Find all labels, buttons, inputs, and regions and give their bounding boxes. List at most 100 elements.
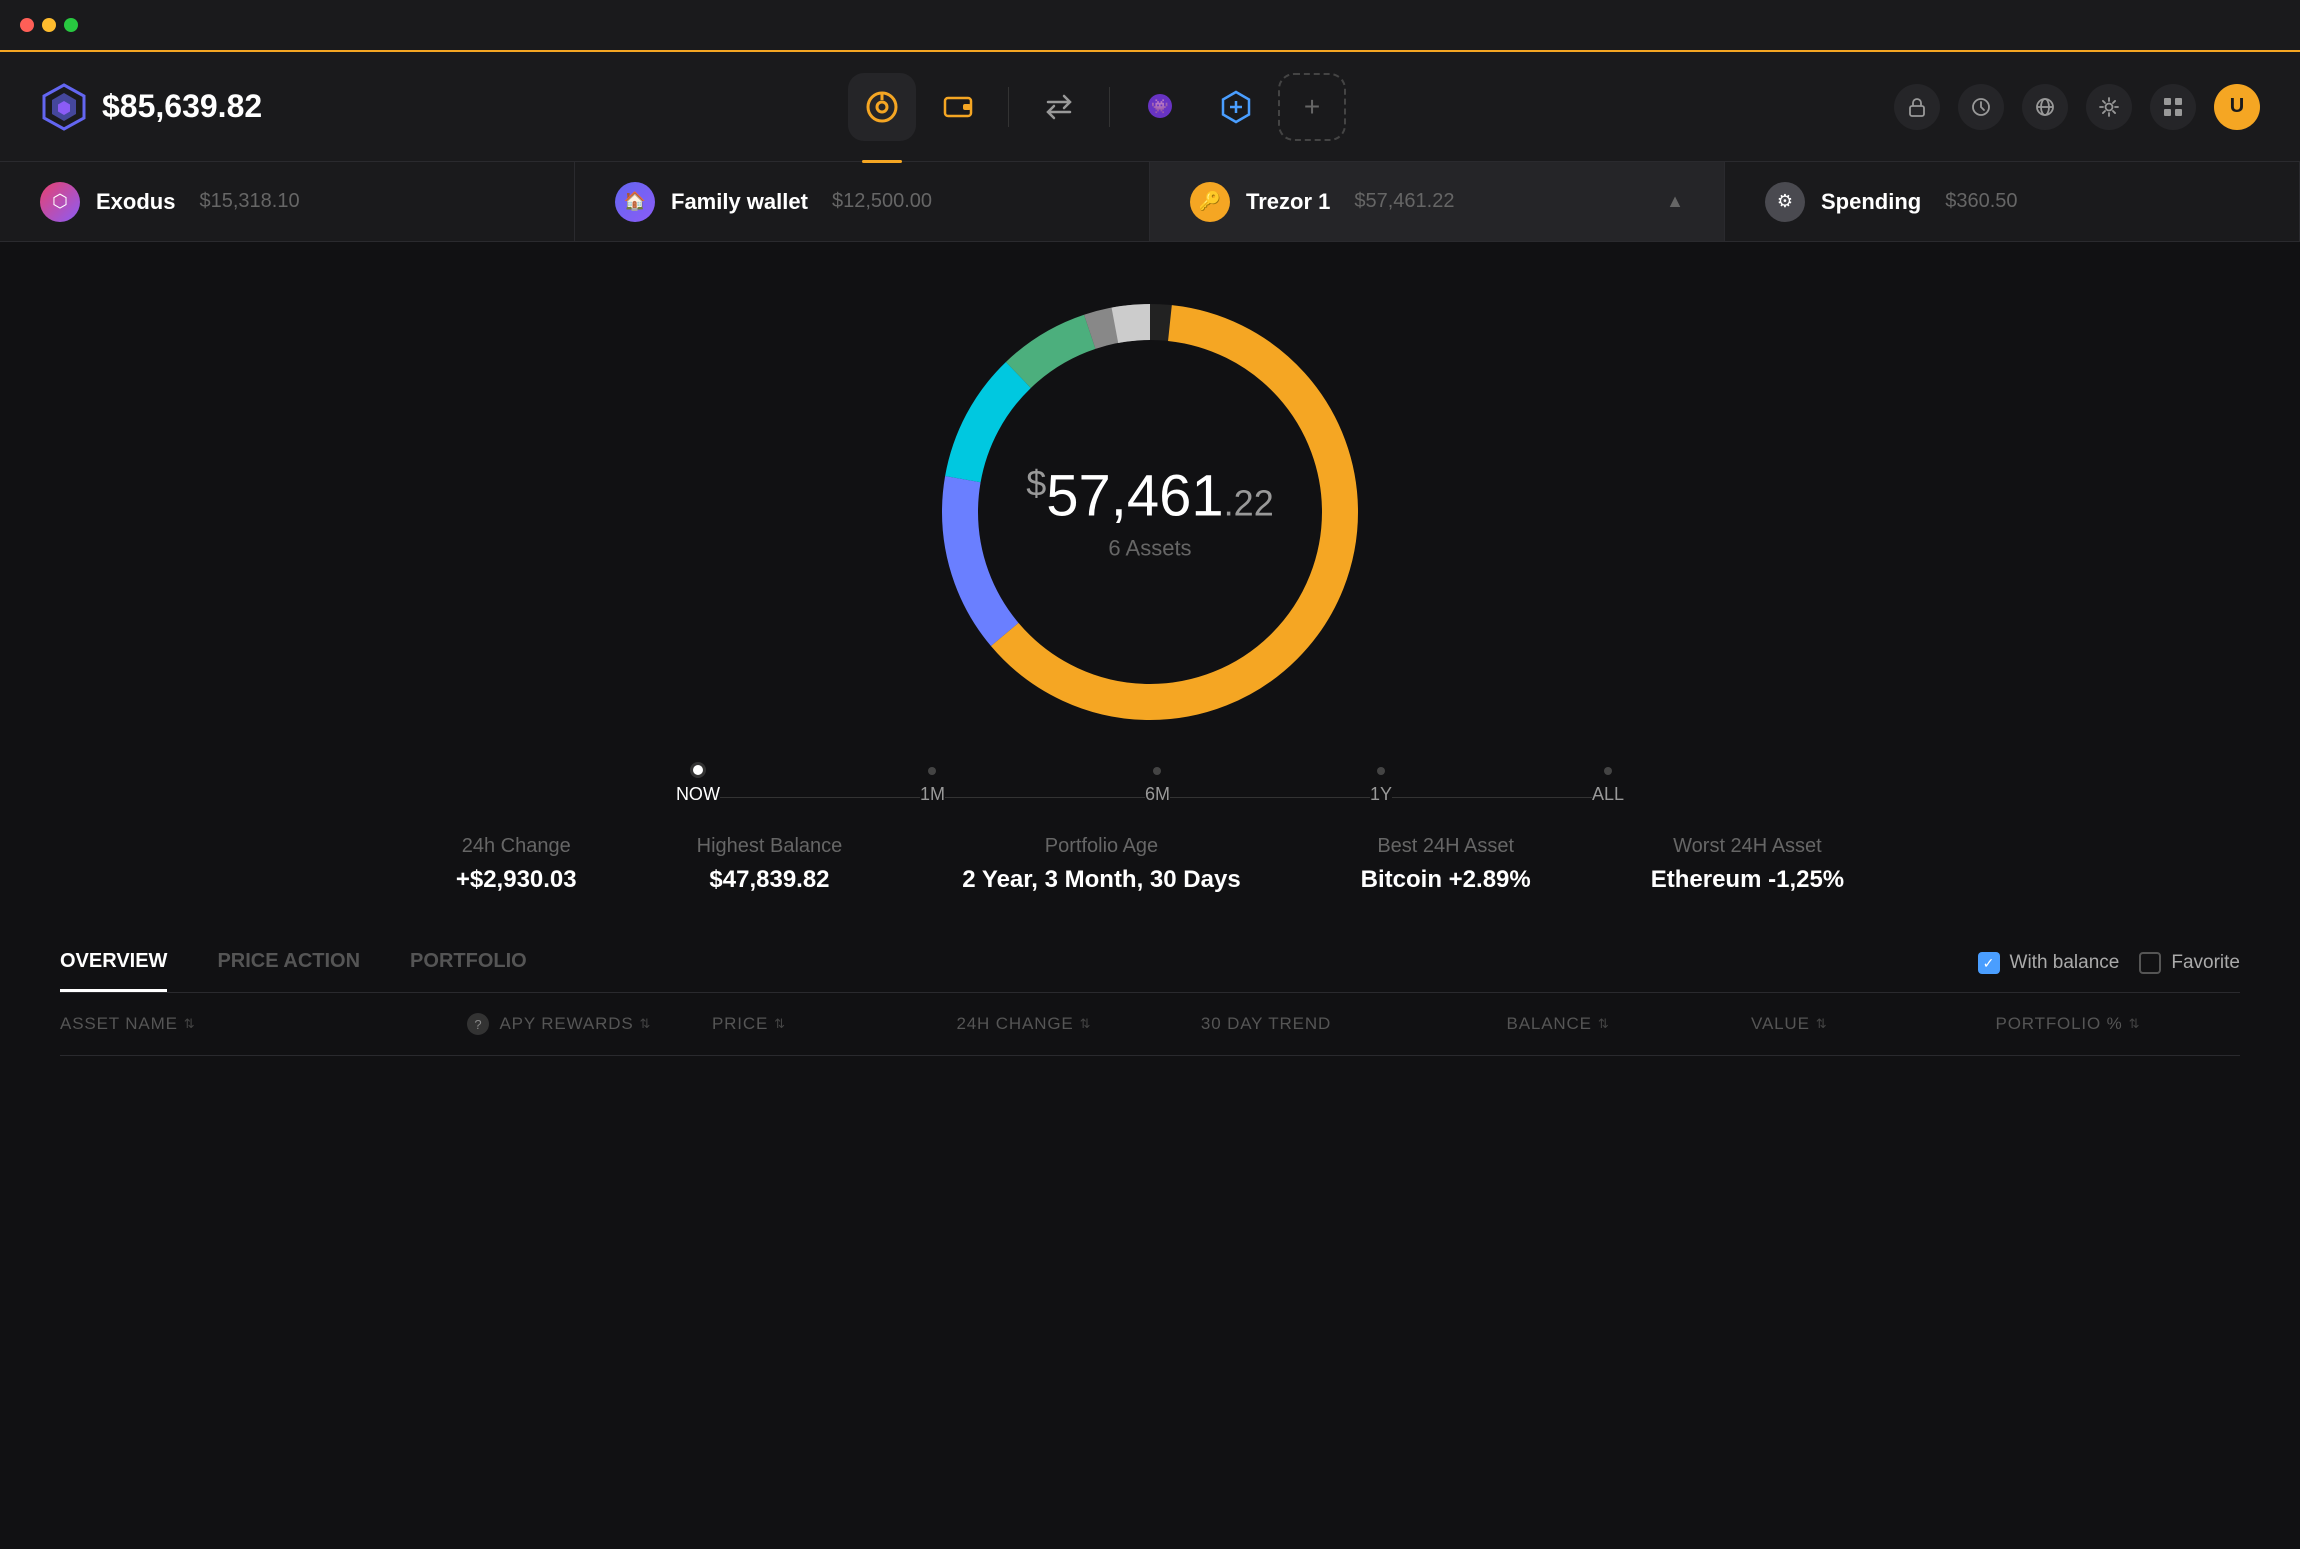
th-apy-rewards[interactable]: ? APY REWARDS ⇅ — [467, 1013, 711, 1035]
favorite-checkbox[interactable] — [2139, 952, 2161, 974]
filter-with-balance[interactable]: ✓ With balance — [1978, 952, 2120, 974]
app-logo — [40, 83, 88, 131]
network-icon — [2034, 96, 2056, 118]
total-balance: $85,639.82 — [102, 88, 262, 125]
table-section: OVERVIEW PRICE ACTION PORTFOLIO ✓ With b… — [0, 934, 2300, 1056]
logo-area: $85,639.82 — [40, 83, 300, 131]
lock-icon — [1906, 96, 1928, 118]
timeline-dot-1m — [928, 767, 936, 775]
exodus-balance: $15,318.10 — [199, 190, 299, 213]
maximize-button[interactable] — [64, 18, 78, 32]
settings-icon — [2098, 96, 2120, 118]
header: $85,639.82 — [0, 52, 2300, 162]
sort-balance-icon: ⇅ — [1598, 1016, 1610, 1032]
wallet-item-family[interactable]: 🏠 Family wallet $12,500.00 — [575, 162, 1150, 241]
nav-chat[interactable]: 👾 — [1126, 73, 1194, 141]
timeline-dot-now — [690, 762, 706, 778]
timeline-label-all: ALL — [1592, 784, 1624, 805]
lock-button[interactable] — [1894, 84, 1940, 130]
wallet-bar: ⬡ Exodus $15,318.10 🏠 Family wallet $12,… — [0, 162, 2300, 242]
tab-price-action[interactable]: PRICE ACTION — [217, 934, 360, 992]
nav-transfer[interactable] — [1025, 73, 1093, 141]
main-content: $57,461.22 6 Assets NOW 1M 6M — [0, 242, 2300, 1549]
timeline-all[interactable]: ALL — [1592, 767, 1624, 805]
timeline-line-3 — [1170, 797, 1370, 798]
sort-asset-name-icon: ⇅ — [184, 1016, 196, 1032]
header-right: U — [1894, 84, 2260, 130]
sort-value-icon: ⇅ — [1816, 1016, 1828, 1032]
stat-worst-label: Worst 24H Asset — [1651, 835, 1844, 858]
plus-icon: + — [1304, 91, 1320, 123]
th-asset-name[interactable]: ASSET NAME ⇅ — [60, 1013, 467, 1035]
family-name: Family wallet — [671, 189, 808, 215]
nav-dashboard[interactable] — [848, 73, 916, 141]
trezor-name: Trezor 1 — [1246, 189, 1330, 215]
chat-icon: 👾 — [1143, 90, 1177, 124]
filter-favorite[interactable]: Favorite — [2139, 952, 2240, 974]
timeline-label-6m: 6M — [1145, 784, 1170, 805]
th-balance[interactable]: BALANCE ⇅ — [1507, 1013, 1751, 1035]
spending-balance: $360.50 — [1945, 190, 2017, 213]
with-balance-checkbox[interactable]: ✓ — [1978, 952, 2000, 974]
wallet-item-spending[interactable]: ⚙ Spending $360.50 — [1725, 162, 2300, 241]
tab-filters: ✓ With balance Favorite — [1978, 952, 2240, 974]
th-portfolio-pct[interactable]: PORTFOLIO % ⇅ — [1996, 1013, 2241, 1035]
stats-row: 24h Change +$2,930.03 Highest Balance $4… — [376, 835, 1924, 894]
grid-icon — [2162, 96, 2184, 118]
table-tabs: OVERVIEW PRICE ACTION PORTFOLIO ✓ With b… — [60, 934, 2240, 993]
transfer-icon — [1042, 90, 1076, 124]
wallet-icon — [941, 90, 975, 124]
timeline-line-1 — [720, 797, 920, 798]
stat-highest-value: $47,839.82 — [697, 866, 843, 894]
th-24h-change[interactable]: 24H CHANGE ⇅ — [956, 1013, 1200, 1035]
timeline-label-now: NOW — [676, 784, 720, 805]
nav-divider-2 — [1109, 87, 1110, 127]
table-header: ASSET NAME ⇅ ? APY REWARDS ⇅ PRICE ⇅ 24H… — [60, 993, 2240, 1056]
apy-help-icon[interactable]: ? — [467, 1013, 489, 1035]
stat-best-label: Best 24H Asset — [1361, 835, 1531, 858]
svg-text:👾: 👾 — [1151, 98, 1168, 114]
amount-cents: .22 — [1224, 483, 1274, 524]
minimize-button[interactable] — [42, 18, 56, 32]
history-icon — [1970, 96, 1992, 118]
timeline-1y[interactable]: 1Y — [1370, 767, 1392, 805]
th-30day-trend[interactable]: 30 DAY TREND — [1201, 1013, 1507, 1035]
donut-chart: $57,461.22 6 Assets — [910, 272, 1390, 752]
timeline-line-2 — [945, 797, 1145, 798]
assets-count: 6 Assets — [1026, 536, 1273, 562]
th-value[interactable]: VALUE ⇅ — [1751, 1013, 1995, 1035]
settings-button[interactable] — [2086, 84, 2132, 130]
nav-add-wallet[interactable] — [1202, 73, 1270, 141]
stat-24h-value: +$2,930.03 — [456, 866, 577, 894]
stat-24h-change: 24h Change +$2,930.03 — [456, 835, 577, 894]
add-wallet-icon — [1219, 90, 1253, 124]
spending-icon: ⚙ — [1765, 182, 1805, 222]
user-avatar[interactable]: U — [2214, 84, 2260, 130]
timeline-now[interactable]: NOW — [676, 762, 720, 805]
history-button[interactable] — [1958, 84, 2004, 130]
wallet-item-trezor[interactable]: 🔑 Trezor 1 $57,461.22 ▲ — [1150, 162, 1725, 241]
stat-highest: Highest Balance $47,839.82 — [697, 835, 843, 894]
close-button[interactable] — [20, 18, 34, 32]
nav-add-more[interactable]: + — [1278, 73, 1346, 141]
tab-portfolio[interactable]: PORTFOLIO — [410, 934, 527, 992]
chart-area: $57,461.22 6 Assets NOW 1M 6M — [376, 242, 1924, 894]
timeline-1m[interactable]: 1M — [920, 767, 945, 805]
nav-bar: 👾 + — [300, 73, 1894, 141]
nav-wallet[interactable] — [924, 73, 992, 141]
tab-overview[interactable]: OVERVIEW — [60, 934, 167, 992]
network-button[interactable] — [2022, 84, 2068, 130]
trezor-balance: $57,461.22 — [1354, 190, 1454, 213]
favorite-label: Favorite — [2171, 952, 2240, 974]
timeline-dot-1y — [1377, 767, 1385, 775]
exodus-icon: ⬡ — [40, 182, 80, 222]
grid-button[interactable] — [2150, 84, 2196, 130]
spending-name: Spending — [1821, 189, 1921, 215]
stat-best: Best 24H Asset Bitcoin +2.89% — [1361, 835, 1531, 894]
th-price[interactable]: PRICE ⇅ — [712, 1013, 956, 1035]
wallet-item-exodus[interactable]: ⬡ Exodus $15,318.10 — [0, 162, 575, 241]
timeline-6m[interactable]: 6M — [1145, 767, 1170, 805]
timeline: NOW 1M 6M 1Y ALL — [676, 762, 1624, 815]
sort-24h-icon: ⇅ — [1080, 1016, 1092, 1032]
exodus-name: Exodus — [96, 189, 175, 215]
